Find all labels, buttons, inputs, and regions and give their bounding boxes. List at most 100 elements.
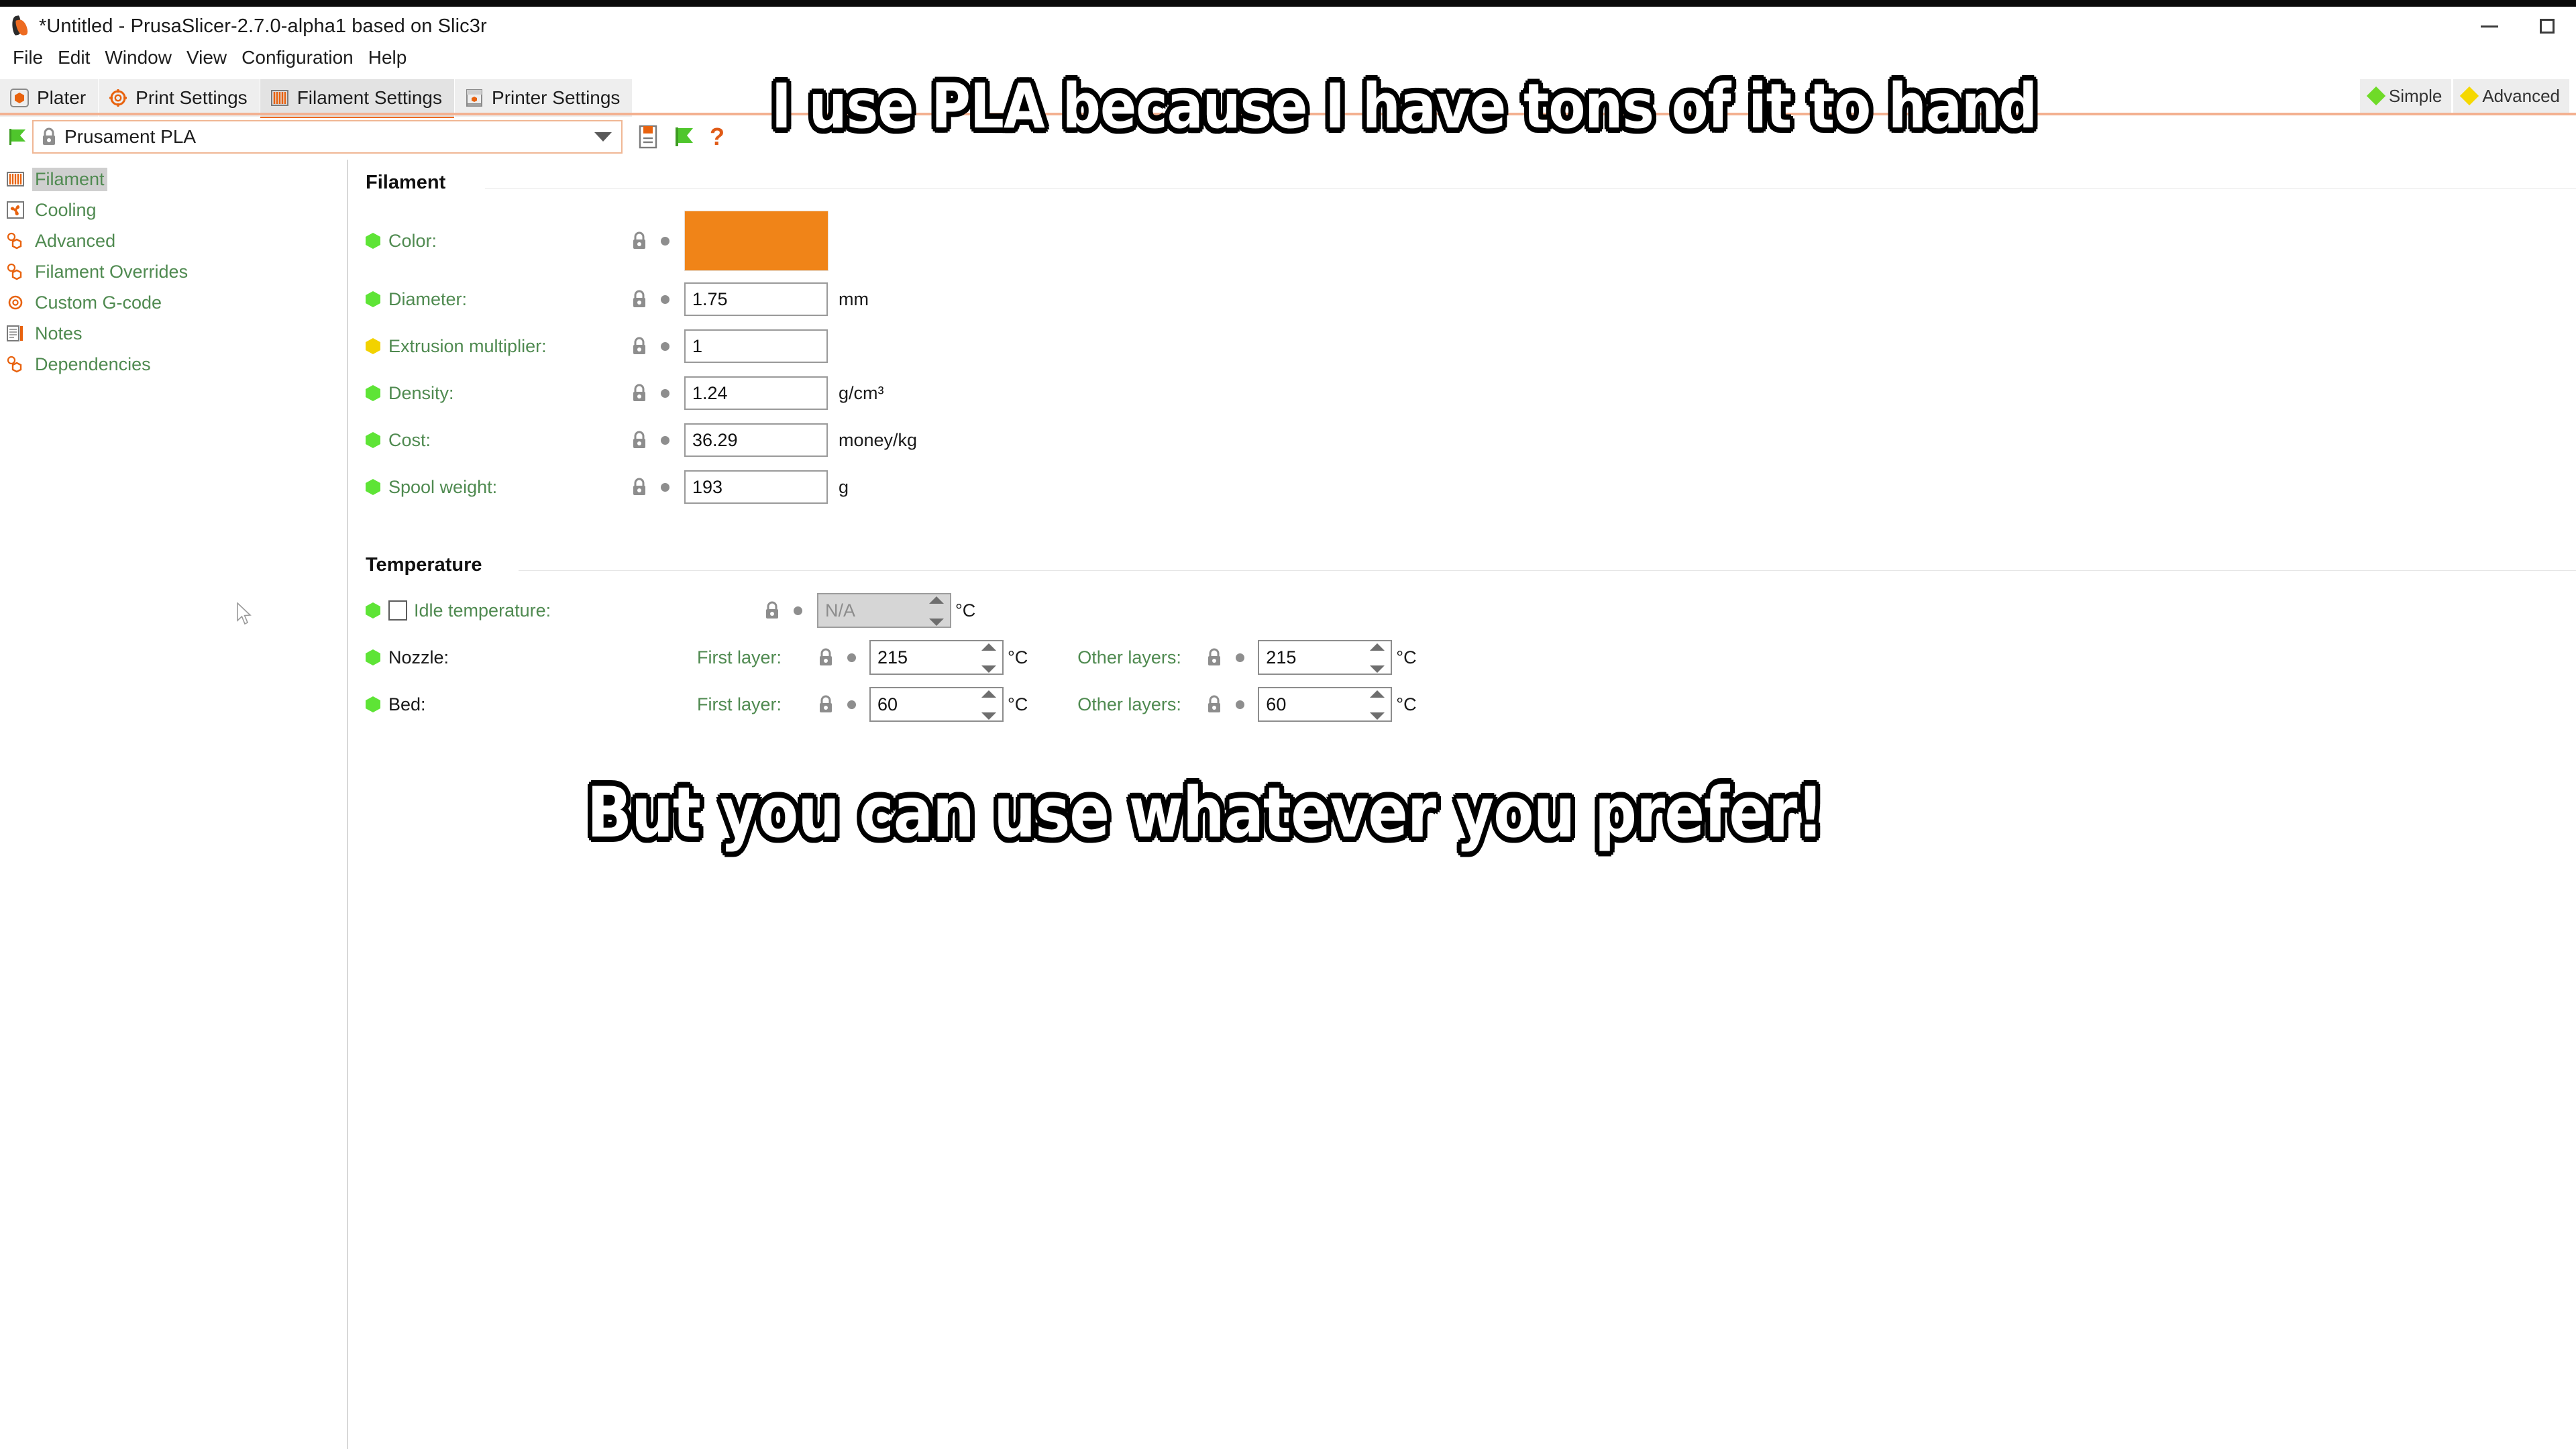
lock-closed-icon [43,127,55,145]
menu-file[interactable]: File [5,42,50,74]
sidebar-item-filament-overrides[interactable]: Filament Overrides [0,256,347,287]
filament-preset-combo[interactable]: Prusament PLA [32,120,623,154]
window-title: *Untitled - PrusaSlicer-2.7.0-alpha1 bas… [39,15,487,37]
lock-closed-icon[interactable] [1205,694,1224,715]
bed-first-layer-stepper[interactable] [979,690,998,720]
gear-icon [8,295,23,310]
nozzle-other-layers-stepper[interactable] [1368,643,1387,673]
chevron-down-icon[interactable] [594,132,612,142]
label-color: Color: [388,230,437,251]
lock-closed-icon[interactable] [630,429,649,451]
save-preset-icon[interactable] [637,125,659,149]
cost-input[interactable]: 36.29 [684,423,828,457]
status-bullet-green [366,385,380,401]
bed-first-layer-input[interactable]: 60 [869,687,1004,722]
revert-dot-icon[interactable] [1236,653,1245,662]
label-spool-weight: Spool weight: [388,476,498,497]
sidebar-item-cooling[interactable]: Cooling [0,195,347,225]
nozzle-first-layer-unit: °C [1008,647,1028,667]
status-bullet-green [366,649,380,665]
lock-closed-icon[interactable] [816,647,835,668]
green-flag-icon [9,129,25,145]
revert-dot-icon[interactable] [794,606,802,615]
sidebar-item-filament[interactable]: Filament [0,164,347,195]
sidebar-item-notes[interactable]: Notes [0,318,347,349]
nozzle-first-layer-stepper[interactable] [979,643,998,673]
main-tab-bar: Plater Print Settings Filament Settings … [0,75,2576,121]
sidebar-item-filament-label: Filament [32,167,107,191]
lock-closed-icon[interactable] [630,476,649,498]
label-cost: Cost: [388,429,431,450]
menu-edit[interactable]: Edit [50,42,97,74]
idle-temperature-unit: °C [955,600,976,621]
revert-dot-icon[interactable] [661,294,669,304]
menu-window[interactable]: Window [97,42,179,74]
bed-first-layer-label: First layer: [697,694,782,714]
diameter-input[interactable]: 1.75 [684,282,828,316]
lock-closed-icon[interactable] [763,600,782,621]
menu-bar: File Edit Window View Configuration Help [0,42,2576,74]
extrusion-multiplier-input[interactable]: 1 [684,329,828,363]
revert-dot-icon[interactable] [661,236,669,246]
sidebar-item-custom-gcode[interactable]: Custom G-code [0,287,347,318]
bed-other-layers-stepper[interactable] [1368,690,1387,720]
sidebar-item-advanced[interactable]: Advanced [0,225,347,256]
label-extrusion-multiplier: Extrusion multiplier: [388,335,547,356]
revert-dot-icon[interactable] [661,435,669,445]
prusaslicer-logo-icon [8,15,31,38]
sidebar-item-advanced-label: Advanced [35,230,116,251]
prusaslicer-window: *Untitled - PrusaSlicer-2.7.0-alpha1 bas… [0,0,2576,1449]
nozzle-other-layers-unit: °C [1396,647,1417,667]
bed-other-layers-value: 60 [1266,694,1287,714]
spool-weight-input[interactable]: 193 [684,470,828,504]
print-settings-icon [109,89,127,107]
revert-dot-icon[interactable] [847,653,856,662]
bed-other-layers-input[interactable]: 60 [1258,687,1393,722]
status-bullet-green [366,602,380,619]
revert-dot-icon[interactable] [661,388,669,398]
filament-group-title: Filament [366,172,446,193]
menu-help[interactable]: Help [361,42,415,74]
revert-dot-icon[interactable] [661,482,669,492]
revert-dot-icon[interactable] [847,700,856,709]
idle-temperature-stepper [927,596,946,626]
plater-icon [10,89,29,107]
lock-closed-icon[interactable] [1205,647,1224,668]
mode-advanced-button[interactable]: Advanced [2453,79,2569,113]
label-density: Density: [388,382,454,403]
filament-spool-icon [7,172,24,186]
revert-dot-icon[interactable] [661,341,669,351]
filament-spool-icon [270,90,288,106]
maximize-button[interactable] [2518,7,2576,46]
revert-dot-icon[interactable] [1236,700,1245,709]
tab-printer-settings[interactable]: Printer Settings [455,79,633,117]
menu-configuration[interactable]: Configuration [234,42,361,74]
revert-green-flag-icon[interactable] [674,125,695,149]
tab-plater[interactable]: Plater [0,79,99,117]
preset-name-label: Prusament PLA [64,126,197,147]
lock-closed-icon[interactable] [816,694,835,715]
lock-closed-icon[interactable] [630,288,649,310]
nozzle-first-layer-label: First layer: [697,647,782,667]
nozzle-other-layers-input[interactable]: 215 [1258,640,1393,675]
lock-closed-icon[interactable] [630,382,649,404]
lock-closed-icon[interactable] [630,230,649,252]
question-mark-icon[interactable]: ? [710,125,724,149]
mode-simple-button[interactable]: Simple [2359,79,2452,113]
idle-temperature-checkbox[interactable] [388,600,407,621]
menu-view[interactable]: View [179,42,234,74]
idle-temperature-value: N/A [825,600,856,621]
mode-advanced-label: Advanced [2482,85,2560,106]
field-row-nozzle: Nozzle: First layer: 215 °C Other layers… [351,634,2576,681]
minimize-button[interactable] [2461,7,2518,46]
cogs-icon [7,232,22,250]
tab-filament-settings-label: Filament Settings [297,87,443,108]
tab-print-settings[interactable]: Print Settings [99,79,260,117]
sidebar-item-dependencies[interactable]: Dependencies [0,349,347,380]
field-row-diameter: Diameter: 1.75 mm [351,276,2576,323]
lock-closed-icon[interactable] [630,335,649,357]
filament-color-swatch[interactable] [684,211,828,271]
density-input[interactable]: 1.24 [684,376,828,410]
tab-filament-settings[interactable]: Filament Settings [260,79,455,121]
nozzle-first-layer-input[interactable]: 215 [869,640,1004,675]
